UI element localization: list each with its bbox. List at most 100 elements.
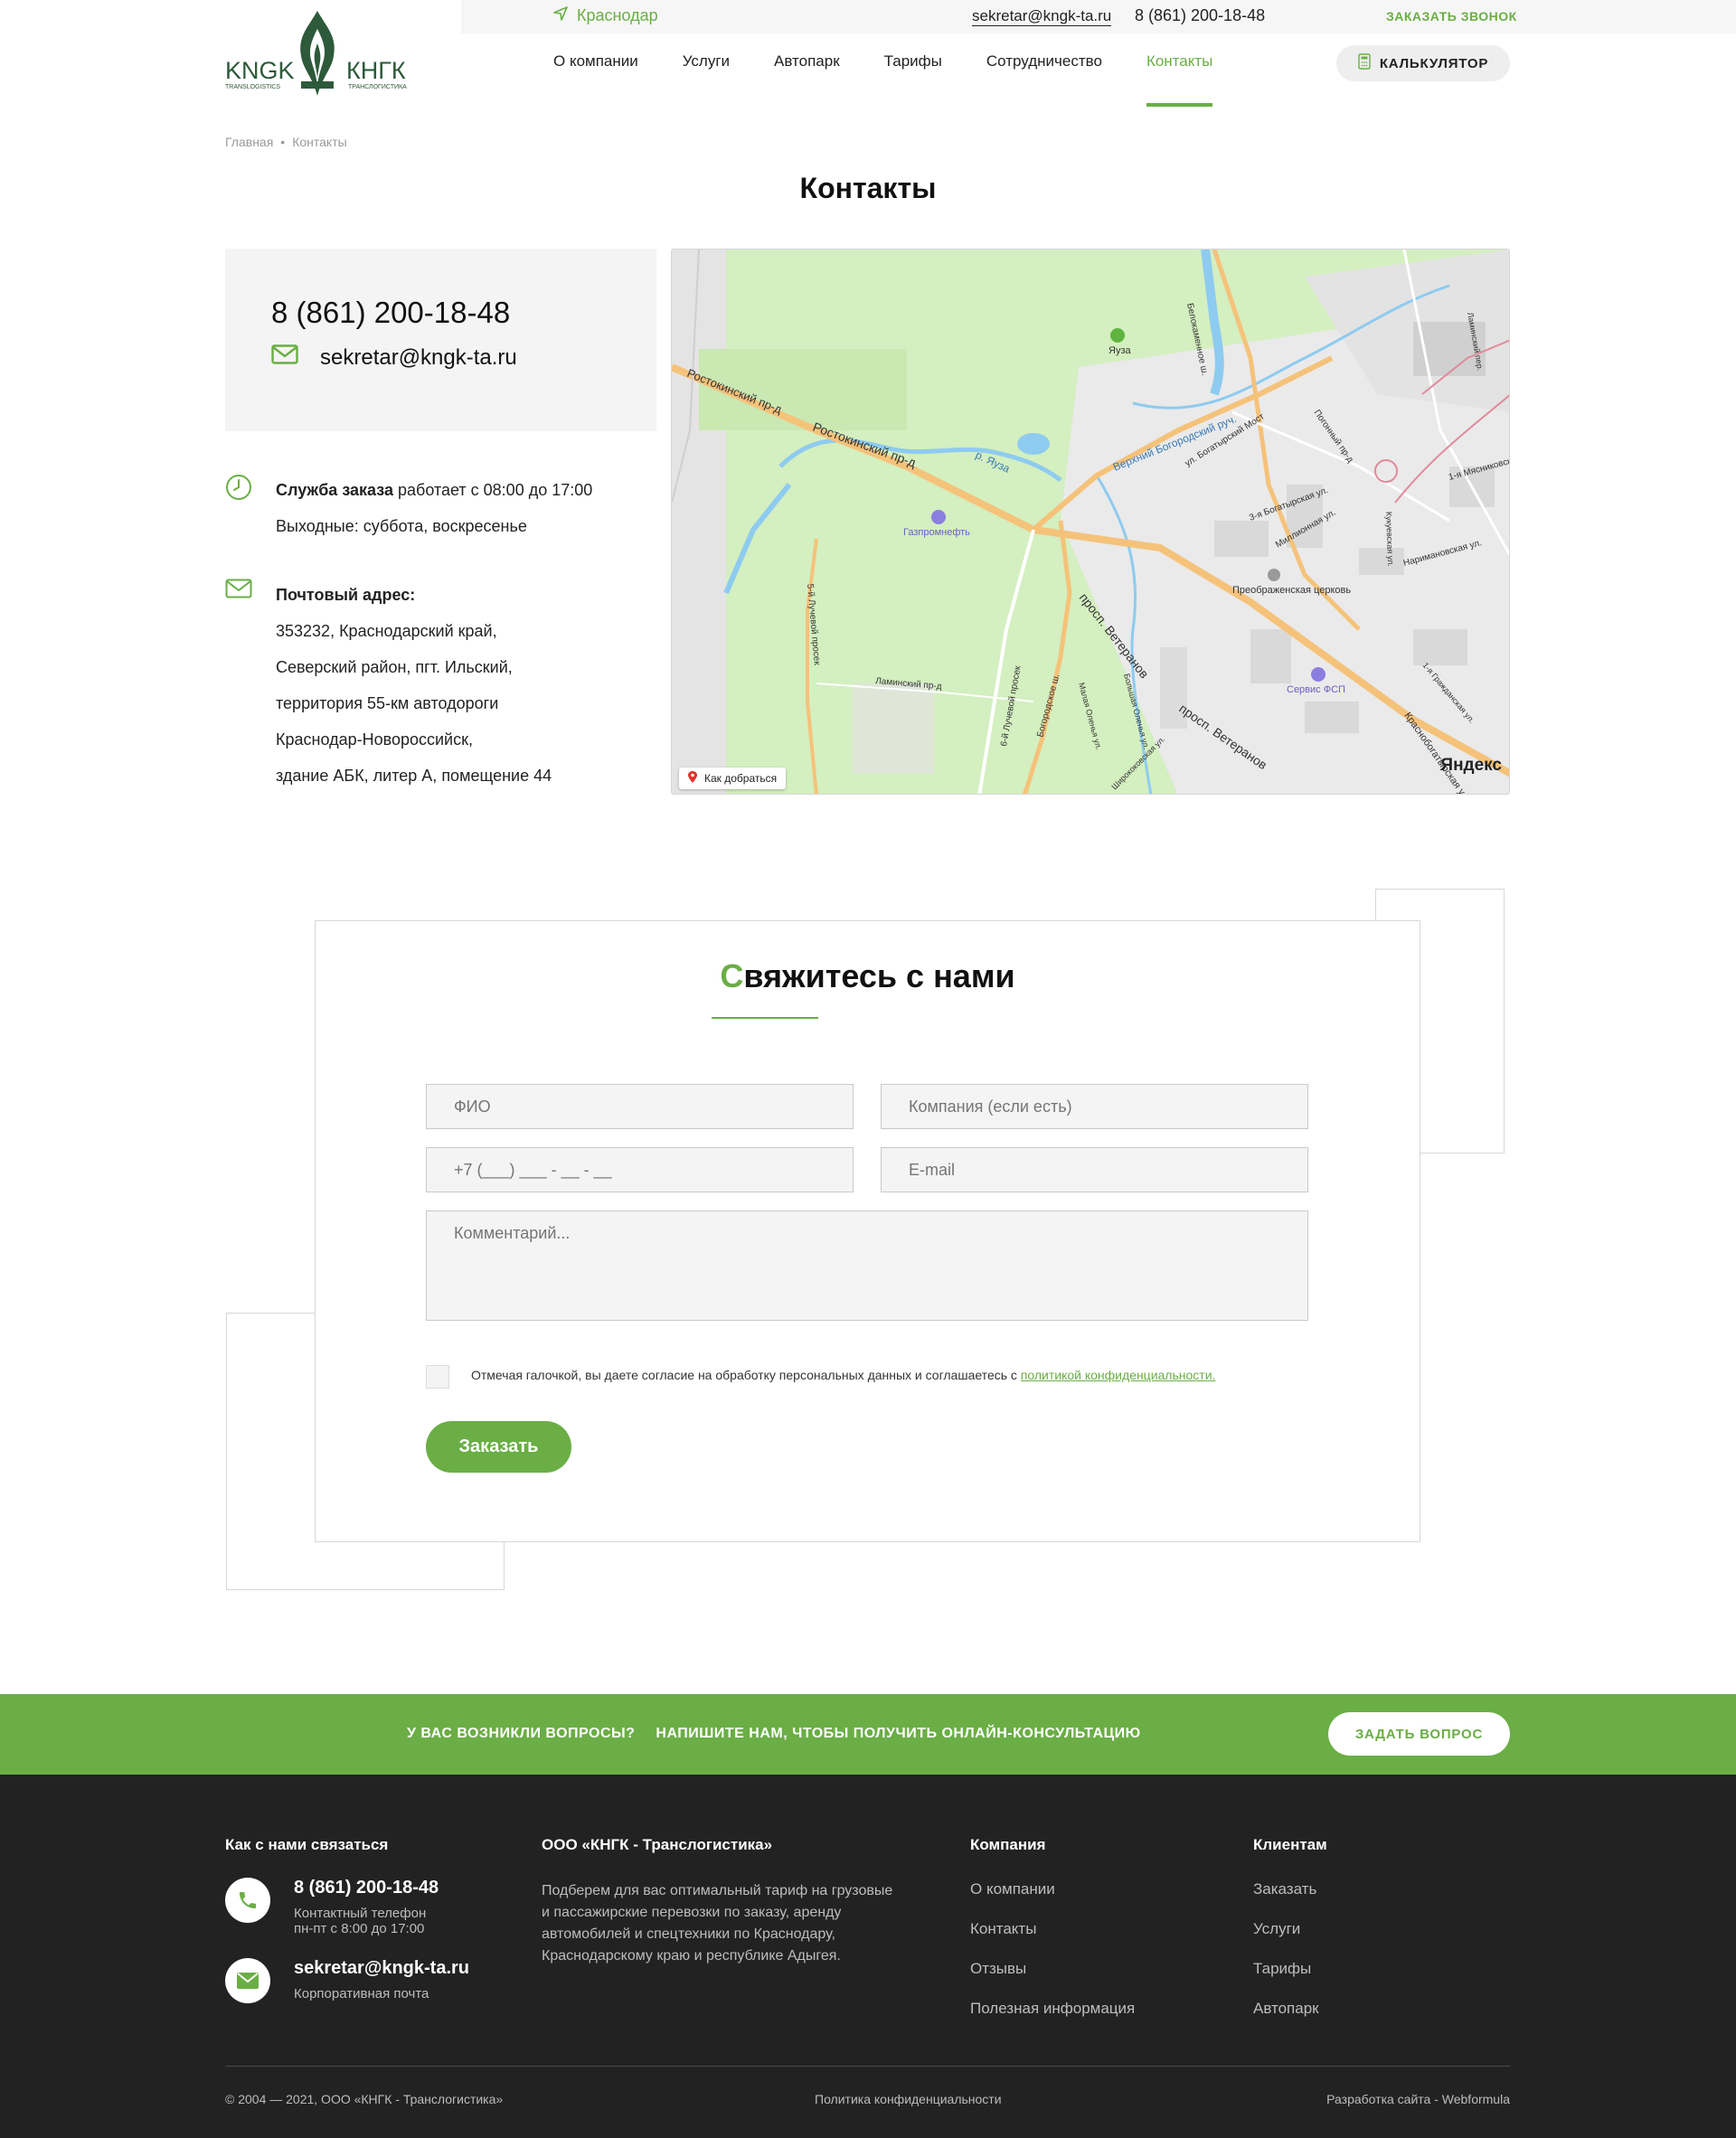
address-line: здание АБК, литер А, помещение 44 bbox=[276, 767, 552, 785]
service-hours-text: работает с 08:00 до 17:00 bbox=[393, 481, 593, 499]
address-line: Краснодар-Новороссийск, bbox=[276, 730, 473, 749]
map-canvas[interactable]: Ростокинский пр-д Ростокинский пр-д р. Я… bbox=[672, 250, 1510, 795]
footer-clients-links: Заказать Услуги Тарифы Автопарк bbox=[1253, 1880, 1319, 2039]
phone-icon bbox=[225, 1878, 270, 1923]
city-label: Краснодар bbox=[577, 6, 658, 24]
breadcrumb-current: Контакты bbox=[292, 135, 347, 149]
footer-link-contacts[interactable]: Контакты bbox=[970, 1920, 1036, 1937]
consultation-banner: У ВАС ВОЗНИКЛИ ВОПРОСЫ? НАПИШИТЕ НАМ, ЧТ… bbox=[0, 1694, 1736, 1775]
cta-question: У ВАС ВОЗНИКЛИ ВОПРОСЫ? bbox=[407, 1726, 636, 1741]
map-route-button[interactable]: Как добраться bbox=[679, 768, 787, 789]
nav-item-about[interactable]: О компании bbox=[553, 52, 638, 107]
site-logo[interactable]: KNGK КНГК TRANSLOGISTICS ТРАНСЛОГИСТИКА bbox=[225, 9, 410, 99]
company-input[interactable] bbox=[881, 1084, 1308, 1129]
footer-phone-link[interactable]: 8 (861) 200-18-48 bbox=[294, 1878, 439, 1898]
logo-text-left: KNGK bbox=[225, 57, 295, 84]
fio-input[interactable] bbox=[426, 1084, 854, 1129]
page-title: Контакты bbox=[799, 172, 937, 204]
footer-phone-caption: Контактный телефон bbox=[294, 1906, 427, 1921]
address-line: Северский район, пгт. Ильский, bbox=[276, 658, 513, 676]
map-pin-icon bbox=[688, 770, 697, 786]
footer-company-heading: ООО «КНГК - Транслогистика» bbox=[542, 1836, 773, 1853]
footer-link-about[interactable]: О компании bbox=[970, 1880, 1055, 1898]
days-off-text: Выходные: суббота, воскресенье bbox=[276, 517, 527, 535]
form-title-underline bbox=[712, 1017, 818, 1019]
service-hours: Служба заказа работает с 08:00 до 17:00 … bbox=[225, 472, 592, 544]
nav-item-contacts[interactable]: Контакты bbox=[1146, 52, 1213, 107]
logo-text-right: КНГК bbox=[346, 57, 406, 84]
footer-company-links: О компании Контакты Отзывы Полезная инфо… bbox=[970, 1880, 1135, 2039]
footer: Как с нами связаться 8 (861) 200-18-48 К… bbox=[0, 1775, 1736, 2138]
contact-phone-link[interactable]: 8 (861) 200-18-48 bbox=[271, 296, 510, 330]
calculator-icon bbox=[1358, 53, 1371, 73]
developer-link[interactable]: Разработка сайта - Webformula bbox=[1326, 2092, 1510, 2106]
nav-item-fleet[interactable]: Автопарк bbox=[774, 52, 840, 107]
breadcrumb: Главная • Контакты bbox=[225, 135, 347, 149]
footer-link-order[interactable]: Заказать bbox=[1253, 1880, 1316, 1898]
nav-item-services[interactable]: Услуги bbox=[683, 52, 730, 107]
clock-icon bbox=[225, 472, 276, 544]
calculator-label: КАЛЬКУЛЯТОР bbox=[1379, 55, 1489, 71]
copyright: © 2004 — 2021, ООО «КНГК - Транслогистик… bbox=[225, 2092, 504, 2106]
nav-item-tariffs[interactable]: Тарифы bbox=[884, 52, 942, 107]
footer-link-useful-info[interactable]: Полезная информация bbox=[970, 2000, 1135, 2017]
map-label: Сервис ФСП bbox=[1287, 684, 1345, 695]
privacy-policy-link[interactable]: политикой конфиденциальности. bbox=[1021, 1368, 1216, 1382]
footer-divider bbox=[225, 2066, 1510, 2067]
envelope-icon bbox=[271, 344, 298, 371]
footer-col-company-heading: Компания bbox=[970, 1836, 1046, 1853]
phone-input[interactable] bbox=[426, 1147, 854, 1192]
footer-contact-heading: Как с нами связаться bbox=[225, 1836, 389, 1853]
logo-sub-left: TRANSLOGISTICS bbox=[225, 84, 280, 90]
mail-icon bbox=[225, 577, 276, 794]
footer-email-caption: Корпоративная почта bbox=[294, 1986, 429, 2001]
contact-card: 8 (861) 200-18-48 sekretar@kngk-ta.ru bbox=[225, 249, 656, 431]
consent-text: Отмечая галочкой, вы даете согласие на о… bbox=[471, 1368, 1215, 1382]
callback-link[interactable]: ЗАКАЗАТЬ ЗВОНОК bbox=[1386, 9, 1517, 24]
footer-col-clients-heading: Клиентам bbox=[1253, 1836, 1327, 1853]
submit-button[interactable]: Заказать bbox=[426, 1421, 571, 1473]
breadcrumb-home[interactable]: Главная bbox=[225, 135, 273, 149]
footer-email-block: sekretar@kngk-ta.ru Корпоративная почта bbox=[225, 1958, 469, 2003]
logo-sub-right: ТРАНСЛОГИСТИКА bbox=[348, 84, 407, 90]
consent-label: Отмечая галочкой, вы даете согласие на о… bbox=[471, 1368, 1021, 1382]
footer-phone-block: 8 (861) 200-18-48 Контактный телефон пн-… bbox=[225, 1878, 439, 1936]
postal-address: Почтовый адрес: 353232, Краснодарский кр… bbox=[225, 577, 552, 794]
header-phone-link[interactable]: 8 (861) 200-18-48 bbox=[1135, 6, 1265, 25]
map-label: Кукуевская ул. bbox=[1384, 512, 1395, 567]
city-selector[interactable]: Краснодар bbox=[553, 6, 658, 25]
form-title: Свяжитесь с нами bbox=[316, 957, 1420, 995]
form-title-first-letter: С bbox=[720, 957, 744, 994]
breadcrumb-separator: • bbox=[280, 135, 286, 149]
address-label: Почтовый адрес: bbox=[276, 586, 416, 604]
calculator-button[interactable]: КАЛЬКУЛЯТОР bbox=[1336, 45, 1510, 81]
contact-email-link[interactable]: sekretar@kngk-ta.ru bbox=[320, 345, 517, 371]
service-label: Служба заказа bbox=[276, 481, 393, 499]
consent-checkbox[interactable] bbox=[426, 1365, 449, 1389]
map-label: Яуза bbox=[1109, 345, 1131, 356]
ask-question-button[interactable]: ЗАДАТЬ ВОПРОС bbox=[1328, 1712, 1510, 1756]
email-input[interactable] bbox=[881, 1147, 1308, 1192]
footer-link-fleet[interactable]: Автопарк bbox=[1253, 2000, 1319, 2017]
contact-form: Свяжитесь с нами Отмечая галочкой, вы да… bbox=[315, 920, 1420, 1542]
address-line: 353232, Краснодарский край, bbox=[276, 622, 497, 640]
map-label: Газпромнефть bbox=[903, 527, 970, 538]
comment-textarea[interactable] bbox=[426, 1210, 1308, 1321]
yandex-map[interactable]: Ростокинский пр-д Ростокинский пр-д р. Я… bbox=[671, 249, 1510, 795]
footer-about-text: Подберем для вас оптимальный тариф на гр… bbox=[542, 1883, 893, 1964]
footer-privacy-link[interactable]: Политика конфиденциальности bbox=[815, 2092, 1002, 2106]
map-brand-logo[interactable]: Яндекс bbox=[1440, 756, 1502, 776]
main-nav: О компании Услуги Автопарк Тарифы Сотруд… bbox=[553, 52, 1257, 107]
email-icon bbox=[225, 1958, 270, 2003]
footer-email-link[interactable]: sekretar@kngk-ta.ru bbox=[294, 1958, 469, 1978]
nav-item-cooperation[interactable]: Сотрудничество bbox=[986, 52, 1102, 107]
footer-link-reviews[interactable]: Отзывы bbox=[970, 1960, 1026, 1977]
footer-link-services[interactable]: Услуги bbox=[1253, 1920, 1300, 1937]
cta-text: НАПИШИТЕ НАМ, ЧТОБЫ ПОЛУЧИТЬ ОНЛАЙН-КОНС… bbox=[656, 1726, 1141, 1741]
address-line: территория 55-км автодороги bbox=[276, 694, 499, 712]
map-route-label: Как добраться bbox=[704, 772, 778, 785]
header-email-link[interactable]: sekretar@kngk-ta.ru bbox=[972, 7, 1112, 26]
footer-link-tariffs[interactable]: Тарифы bbox=[1253, 1960, 1311, 1977]
form-title-rest: вяжитесь с нами bbox=[743, 957, 1015, 994]
map-label: Преображенская церковь bbox=[1232, 585, 1351, 596]
